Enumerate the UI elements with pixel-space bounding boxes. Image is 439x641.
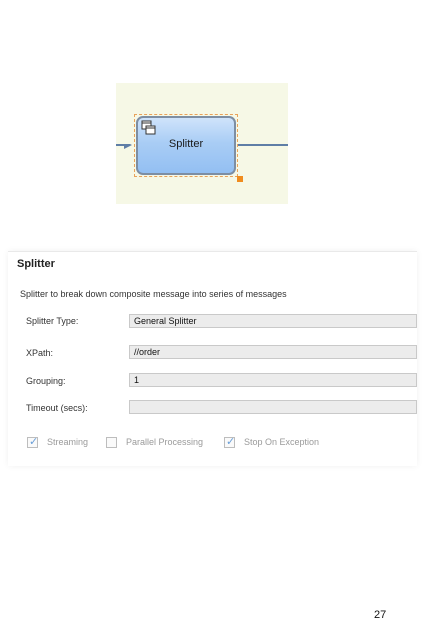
stop-on-exception-checkbox-row[interactable]: ✓ Stop On Exception — [224, 435, 319, 449]
stop-on-exception-label: Stop On Exception — [244, 437, 320, 447]
splitter-node[interactable]: Splitter — [136, 116, 236, 175]
timeout-label: Timeout (secs): — [26, 403, 88, 413]
incoming-connector[interactable] — [116, 144, 132, 158]
diagram-canvas[interactable]: Splitter — [116, 83, 288, 204]
splitter-type-label: Splitter Type: — [26, 316, 79, 326]
page-number: 27 — [374, 609, 387, 621]
checkmark-icon: ✓ — [226, 434, 236, 448]
stop-on-exception-checkbox[interactable]: ✓ — [224, 434, 236, 448]
xpath-label: XPath: — [26, 348, 54, 358]
grouping-input[interactable]: 1 — [129, 373, 417, 387]
splitter-type-select[interactable]: General Splitter — [129, 314, 417, 328]
checkmark-icon: ✓ — [29, 434, 39, 448]
outgoing-connector[interactable] — [237, 144, 288, 146]
properties-panel: Splitter Splitter to break down composit… — [8, 251, 417, 466]
streaming-checkbox-row[interactable]: ✓ Streaming — [27, 435, 88, 449]
node-label: Splitter — [168, 138, 204, 150]
parallel-processing-checkbox[interactable] — [106, 436, 117, 448]
streaming-label: Streaming — [47, 437, 89, 447]
timeout-input[interactable] — [129, 400, 417, 414]
panel-description: Splitter to break down composite message… — [20, 289, 287, 299]
streaming-checkbox[interactable]: ✓ — [27, 434, 39, 448]
parallel-processing-label: Parallel Processing — [126, 437, 204, 447]
splitter-icon — [141, 120, 156, 135]
panel-title: Splitter — [17, 258, 55, 270]
xpath-input[interactable]: //order — [129, 345, 417, 359]
grouping-label: Grouping: — [26, 376, 66, 386]
resize-handle[interactable] — [237, 176, 243, 182]
parallel-processing-checkbox-row[interactable]: Parallel Processing — [106, 435, 203, 449]
